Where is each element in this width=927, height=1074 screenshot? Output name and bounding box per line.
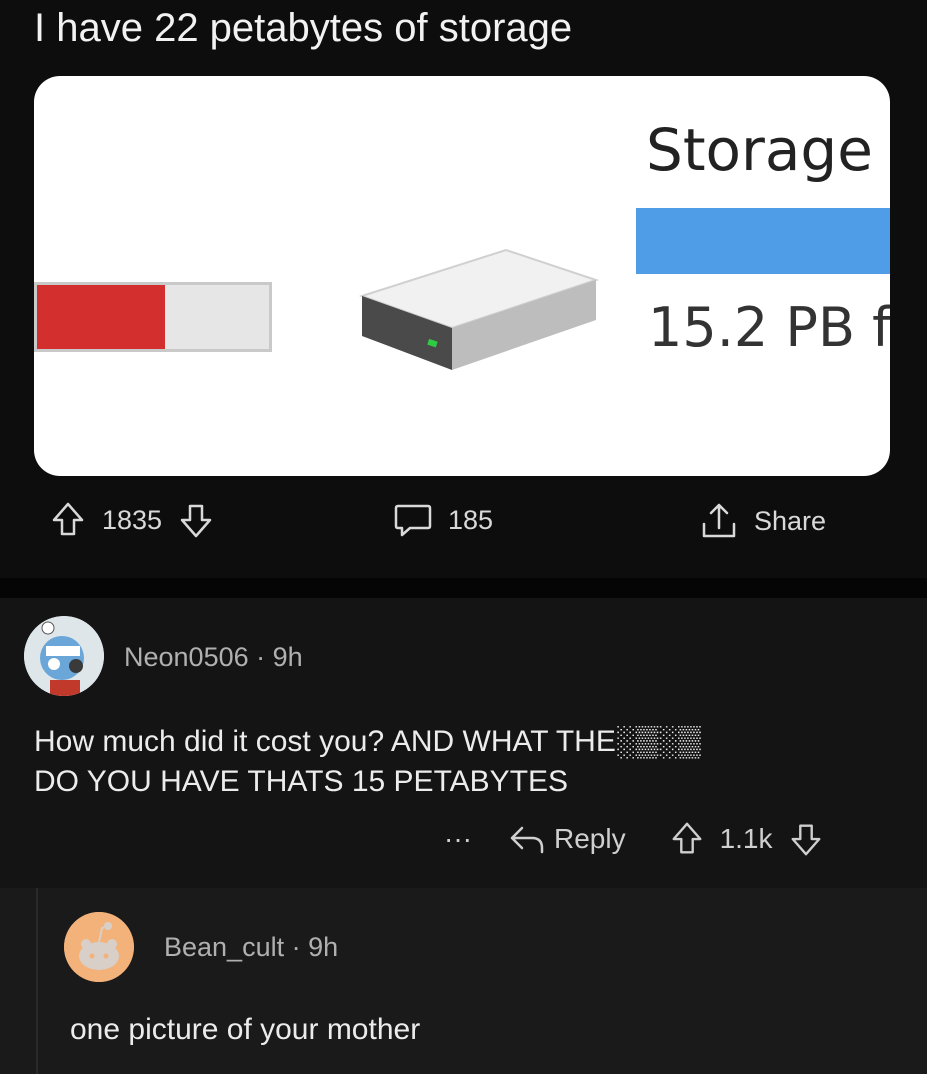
free-space-label: 15.2 PB f <box>648 296 890 359</box>
post-action-bar: 1835 185 Share <box>0 492 927 562</box>
reply-icon[interactable] <box>506 822 546 856</box>
comment-body: How much did it cost you? AND WHAT THE░▒… <box>34 722 701 802</box>
comment-text-line: DO YOU HAVE THATS 15 PETABYTES <box>34 765 569 798</box>
default-snoo-avatar-icon <box>64 912 134 982</box>
comment-meta: Neon0506 · 9h <box>124 642 303 673</box>
comments-button[interactable]: 185 <box>392 500 507 540</box>
comment: Neon0506 · 9h How much did it cost you? … <box>0 598 927 888</box>
post-image[interactable]: Storage 15.2 PB f <box>34 76 890 476</box>
comment-meta: Bean_cult · 9h <box>164 932 338 963</box>
section-divider <box>0 578 927 598</box>
share-button[interactable]: Share <box>698 500 840 542</box>
right-storage-bar <box>636 208 890 274</box>
more-options-button[interactable]: ··· <box>444 823 472 855</box>
right-storage-bar-fill <box>636 208 890 274</box>
share-label: Share <box>754 505 827 536</box>
avatar[interactable] <box>64 912 134 982</box>
downvote-icon[interactable] <box>787 820 825 858</box>
comment-bubble-icon <box>394 504 432 537</box>
comment-vote-count: 1.1k <box>719 823 773 854</box>
upvote-icon[interactable] <box>48 500 88 540</box>
reply-comment: Bean_cult · 9h one picture of your mothe… <box>0 888 927 1074</box>
thread-line[interactable] <box>36 888 38 1074</box>
share-icon <box>702 503 736 538</box>
user-avatar-icon <box>24 616 104 696</box>
hard-drive-icon <box>358 248 600 370</box>
avatar[interactable] <box>24 616 104 696</box>
downvote-icon[interactable] <box>176 500 216 540</box>
left-storage-bar-fill <box>37 285 165 349</box>
comment-author[interactable]: Neon0506 <box>124 642 249 672</box>
comment-text-line: How much did it cost you? AND WHAT THE░▒… <box>34 725 701 758</box>
post-vote-group: 1835 <box>48 500 216 540</box>
comment-body: one picture of your mother <box>70 1013 421 1046</box>
post-title[interactable]: I have 22 petabytes of storage <box>34 6 572 51</box>
meta-separator: · <box>291 932 301 962</box>
post-vote-count: 1835 <box>102 504 163 535</box>
storage-label: Storage <box>646 116 873 184</box>
comment-age: 9h <box>308 932 339 962</box>
reply-button[interactable]: Reply <box>554 823 626 855</box>
comment-count: 185 <box>448 504 494 535</box>
comment-author[interactable]: Bean_cult <box>164 932 284 962</box>
left-storage-bar <box>34 282 272 352</box>
upvote-icon[interactable] <box>668 820 706 858</box>
meta-separator: · <box>256 642 266 672</box>
comment-age: 9h <box>272 642 303 672</box>
post: I have 22 petabytes of storage Storage 1… <box>0 0 927 580</box>
comment-action-bar: ··· Reply 1.1k <box>444 820 825 858</box>
